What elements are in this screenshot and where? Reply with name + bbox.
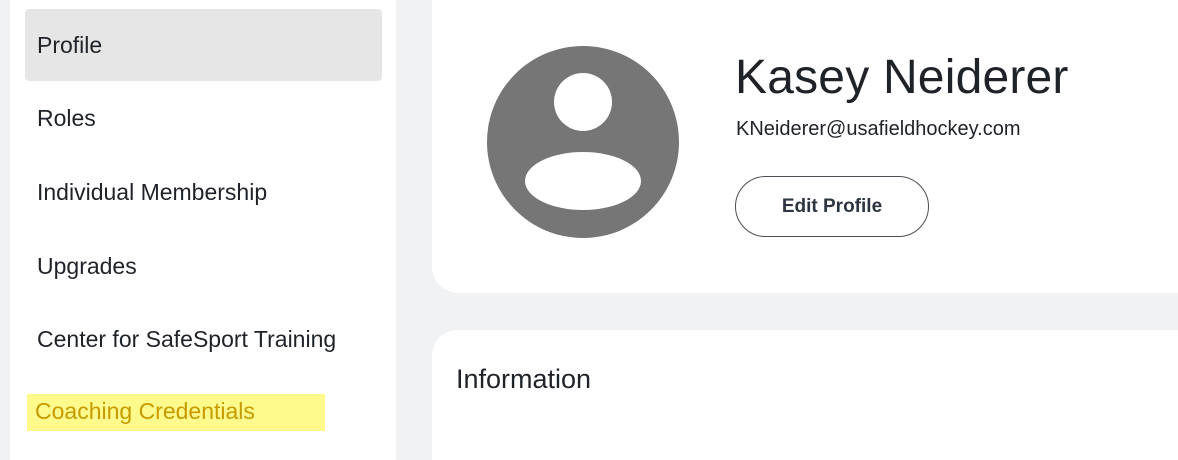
- sidebar-item-label-highlighted: Coaching Credentials: [27, 393, 325, 431]
- profile-name: Kasey Neiderer: [735, 51, 1069, 104]
- sidebar-item-label: Profile: [37, 31, 103, 58]
- profile-email: KNeiderer@usafieldhockey.com: [736, 118, 1021, 140]
- sidebar-item-profile[interactable]: Profile: [25, 9, 382, 81]
- sidebar-item-safesport-training[interactable]: Center for SafeSport Training: [25, 303, 382, 375]
- sidebar-item-individual-membership[interactable]: Individual Membership: [25, 156, 382, 228]
- avatar-body-shape: [525, 152, 641, 210]
- edit-profile-button[interactable]: Edit Profile: [735, 176, 929, 237]
- sidebar-item-label: Individual Membership: [37, 178, 268, 205]
- sidebar-nav: Profile Roles Individual Membership Upgr…: [10, 0, 396, 460]
- information-card: Information: [432, 330, 1178, 460]
- profile-page: Profile Roles Individual Membership Upgr…: [0, 0, 1178, 460]
- sidebar-item-label: Upgrades: [37, 252, 137, 279]
- user-avatar-icon: [487, 46, 679, 238]
- sidebar-item-upgrades[interactable]: Upgrades: [25, 230, 382, 302]
- avatar-head-shape: [554, 73, 612, 131]
- sidebar-edge: [0, 0, 10, 460]
- sidebar-item-roles[interactable]: Roles: [25, 82, 382, 154]
- sidebar-item-coaching-credentials[interactable]: Coaching Credentials: [25, 376, 382, 448]
- profile-card: Kasey Neiderer KNeiderer@usafieldhockey.…: [432, 0, 1178, 293]
- information-title: Information: [456, 364, 592, 394]
- sidebar-item-label: Center for SafeSport Training: [37, 325, 337, 352]
- sidebar-item-label: Roles: [37, 104, 96, 131]
